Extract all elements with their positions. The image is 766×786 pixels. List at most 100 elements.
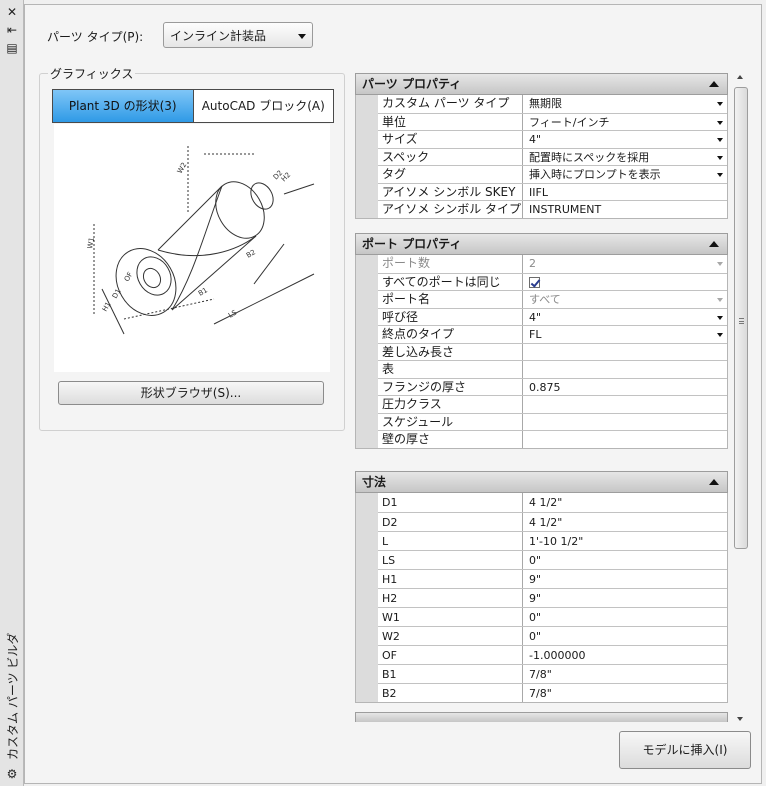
dim-b1-field[interactable]: 7/8": [523, 665, 727, 683]
dim-name: D1: [378, 493, 523, 512]
dim-h1-field[interactable]: 9": [523, 570, 727, 588]
port-name-dropdown: すべて: [523, 291, 727, 308]
size-dropdown[interactable]: 4": [523, 131, 727, 148]
dim-b2-field[interactable]: 7/8": [523, 684, 727, 702]
dim-name: LS: [378, 551, 523, 569]
dim-d2-field[interactable]: 4 1/2": [523, 513, 727, 531]
dimensions-title: 寸法: [362, 475, 387, 489]
dim-d1-field[interactable]: 4 1/2": [523, 493, 727, 512]
prop-name: 呼び径: [378, 308, 523, 325]
tab-plant3d-shape[interactable]: Plant 3D の形状(3): [53, 90, 194, 122]
prop-row: 呼び径 4": [378, 307, 727, 325]
dim-row: H2 9": [378, 588, 727, 607]
prop-row: 壁の厚さ: [378, 430, 727, 448]
palette-strip: ✕ ⇤ ▤ カスタム パーツ ビルダ ⚙: [0, 0, 24, 786]
chevron-down-icon: [717, 315, 723, 320]
schedule-field[interactable]: [523, 413, 727, 430]
label-b2: B2: [245, 248, 257, 260]
pressure-class-field[interactable]: [523, 396, 727, 413]
dim-name: D2: [378, 513, 523, 531]
prop-row: アイソメ シンボル タイプ INSTRUMENT: [378, 200, 727, 218]
prop-name: カスタム パーツ タイプ: [378, 95, 523, 113]
prop-name: 表: [378, 361, 523, 378]
part-properties-section: パーツ プロパティ カスタム パーツ タイプ 無期限 単位 フィート/インチ サイズ…: [355, 73, 728, 219]
iso-skey-field[interactable]: IIFL: [523, 183, 727, 200]
insert-into-model-button[interactable]: モデルに挿入(I): [619, 731, 751, 769]
flange-thickness-field[interactable]: 0.875: [523, 378, 727, 395]
close-icon[interactable]: ✕: [4, 4, 20, 20]
end-type-dropdown[interactable]: FL: [523, 326, 727, 343]
graphics-tabs: Plant 3D の形状(3) AutoCAD ブロック(A): [52, 89, 334, 123]
scroll-down-icon[interactable]: [737, 717, 743, 721]
tab-autocad-block[interactable]: AutoCAD ブロック(A): [193, 90, 333, 122]
collapse-icon[interactable]: [709, 479, 719, 485]
dim-w2-field[interactable]: 0": [523, 627, 727, 645]
nominal-size-dropdown[interactable]: 4": [523, 308, 727, 325]
part-properties-title: パーツ プロパティ: [362, 77, 462, 91]
tag-dropdown[interactable]: 挿入時にプロンプトを表示: [523, 166, 727, 183]
label-w2: W2: [176, 161, 189, 175]
properties-menu-icon[interactable]: ▤: [4, 40, 20, 56]
dim-name: B2: [378, 684, 523, 702]
prop-row: サイズ 4": [378, 130, 727, 148]
dim-ls-field[interactable]: 0": [523, 551, 727, 569]
spec-dropdown[interactable]: 配置時にスペックを採用: [523, 148, 727, 165]
dim-name: W2: [378, 627, 523, 645]
label-h1: H1: [101, 301, 113, 313]
dim-of-field[interactable]: -1.000000: [523, 646, 727, 664]
dim-name: L: [378, 532, 523, 550]
prop-name: スペック: [378, 148, 523, 165]
dim-row: H1 9": [378, 569, 727, 588]
dimensions-header[interactable]: 寸法: [355, 471, 728, 493]
custom-part-type-dropdown[interactable]: 無期限: [523, 95, 727, 113]
port-properties-header[interactable]: ポート プロパティ: [355, 233, 728, 255]
chevron-down-icon: [717, 120, 723, 125]
chevron-down-icon: [717, 138, 723, 142]
parts-type-dropdown[interactable]: インライン計装品: [163, 22, 313, 48]
prop-name: 壁の厚さ: [378, 431, 523, 448]
next-section-header[interactable]: [355, 712, 728, 722]
prop-row: 圧力クラス: [378, 395, 727, 413]
iso-symbol-type-field[interactable]: INSTRUMENT: [523, 201, 727, 218]
collapse-icon[interactable]: [709, 241, 719, 247]
graphics-group: グラフィックス Plant 3D の形状(3) AutoCAD ブロック(A): [39, 65, 345, 431]
part-properties-header[interactable]: パーツ プロパティ: [355, 73, 728, 95]
dim-l-field[interactable]: 1'-10 1/2": [523, 532, 727, 550]
prop-row: フランジの厚さ 0.875: [378, 377, 727, 395]
collapse-icon[interactable]: [709, 81, 719, 87]
chevron-down-icon: [717, 155, 723, 160]
dim-name: H1: [378, 570, 523, 588]
prop-row: 終点のタイプ FL: [378, 325, 727, 343]
prop-row: ポート数 2: [378, 255, 727, 273]
prop-row: 表: [378, 360, 727, 378]
all-ports-same-checkbox[interactable]: [529, 276, 540, 288]
units-dropdown[interactable]: フィート/インチ: [523, 113, 727, 130]
dim-row: OF -1.000000: [378, 645, 727, 664]
prop-row: 単位 フィート/インチ: [378, 112, 727, 130]
facing-field[interactable]: [523, 361, 727, 378]
shape-browser-button[interactable]: 形状ブラウザ(S)...: [58, 381, 324, 405]
dim-row: W1 0": [378, 607, 727, 626]
dim-h2-field[interactable]: 9": [523, 589, 727, 607]
prop-name: サイズ: [378, 131, 523, 148]
dim-name: B1: [378, 665, 523, 683]
prop-name: アイソメ シンボル SKEY: [378, 183, 523, 200]
dim-w1-field[interactable]: 0": [523, 608, 727, 626]
auto-hide-icon[interactable]: ⇤: [4, 22, 20, 38]
scroll-thumb[interactable]: [734, 87, 748, 549]
property-grid: パーツ プロパティ カスタム パーツ タイプ 無期限 単位 フィート/インチ サイズ…: [355, 69, 751, 781]
prop-row: 差し込み長さ: [378, 342, 727, 360]
prop-name: フランジの厚さ: [378, 378, 523, 395]
scroll-up-icon[interactable]: [737, 75, 743, 79]
dim-row: L 1'-10 1/2": [378, 531, 727, 550]
engagement-length-field[interactable]: [523, 343, 727, 360]
dim-row: B2 7/8": [378, 683, 727, 702]
palette-settings-icon[interactable]: ⚙: [4, 766, 20, 782]
prop-name: すべてのポートは同じ: [378, 273, 523, 290]
chevron-down-icon: [717, 298, 723, 302]
graphics-group-title: グラフィックス: [48, 65, 136, 82]
wall-thickness-field[interactable]: [523, 431, 727, 448]
prop-row: ポート名 すべて: [378, 290, 727, 308]
dim-name: OF: [378, 646, 523, 664]
property-grid-scrollbar[interactable]: [733, 69, 749, 725]
